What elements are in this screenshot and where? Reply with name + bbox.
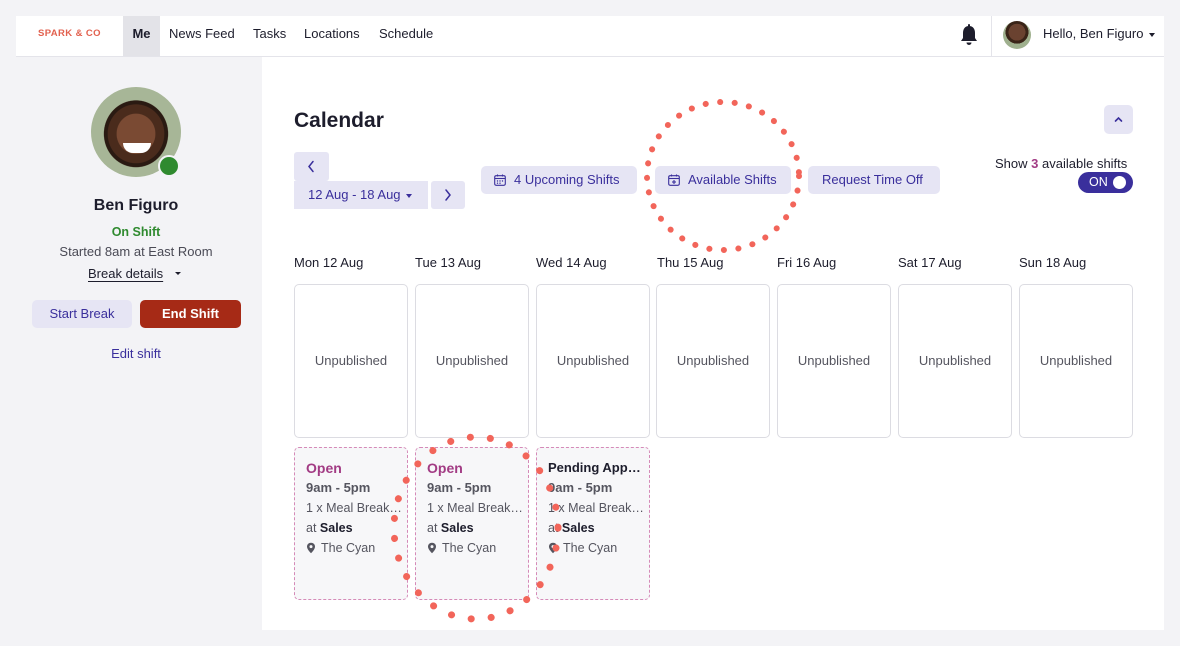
brand-logo[interactable]: SPARK & CO	[38, 28, 101, 39]
day-header: Mon 12 Aug	[294, 255, 364, 270]
shift-started-text: Started 8am at East Room	[59, 244, 213, 259]
shift-break: 1 x Meal Break (30m)	[427, 501, 523, 515]
day-cell[interactable]: Unpublished	[1019, 284, 1133, 438]
at-text: at	[427, 521, 438, 535]
day-cell[interactable]: Unpublished	[536, 284, 650, 438]
shift-status: On Shift	[111, 225, 161, 239]
shift-status-label: Open	[306, 460, 342, 476]
day-cell[interactable]: Unpublished	[777, 284, 891, 438]
shift-location-text: The Cyan	[563, 541, 618, 555]
user-avatar[interactable]	[1003, 21, 1031, 49]
app-window: SPARK & CO Me News Feed Tasks Locations …	[16, 16, 1164, 630]
next-week-button[interactable]	[431, 181, 465, 209]
day-header: Sat 17 Aug	[898, 255, 962, 270]
upcoming-shifts-button[interactable]: 4 Upcoming Shifts	[481, 166, 637, 194]
shift-break: 1 x Meal Break (30m)	[548, 501, 644, 515]
break-details-link[interactable]: Break details	[88, 266, 163, 281]
day-header: Thu 15 Aug	[657, 255, 724, 270]
shift-status-label: Pending Approval	[548, 460, 644, 475]
profile-sidebar: Ben Figuro On Shift Started 8am at East …	[16, 57, 262, 630]
map-pin-icon	[307, 542, 315, 554]
page-title: Calendar	[294, 109, 384, 132]
shift-card[interactable]: Open 9am - 5pm 1 x Meal Break (30m) at S…	[415, 447, 529, 600]
request-time-off-label: Request Time Off	[822, 172, 923, 187]
shift-location-text: The Cyan	[321, 541, 376, 555]
shift-location: The Cyan	[427, 538, 528, 558]
toggle-knob	[1113, 176, 1126, 189]
day-header: Fri 16 Aug	[777, 255, 837, 270]
available-count: 3	[1031, 156, 1039, 171]
day-header: Wed 14 Aug	[536, 255, 607, 270]
chevron-left-icon	[308, 160, 314, 173]
edit-shift-link[interactable]: Edit shift	[16, 346, 256, 361]
chevron-up-icon	[1114, 116, 1123, 122]
map-pin-icon	[549, 542, 557, 554]
map-pin-icon	[428, 542, 436, 554]
online-status-dot	[158, 155, 180, 177]
nav-item-news-feed[interactable]: News Feed	[169, 16, 235, 56]
day-cell[interactable]: Unpublished	[415, 284, 529, 438]
at-text: at	[306, 521, 317, 535]
start-break-button[interactable]: Start Break	[32, 300, 132, 328]
calendar-icon	[494, 174, 506, 186]
shift-time: 9am - 5pm	[548, 480, 613, 495]
calendar-plus-icon	[668, 174, 680, 186]
shift-card[interactable]: Pending Approval 9am - 5pm 1 x Meal Brea…	[536, 447, 650, 600]
profile-name: Ben Figuro	[93, 197, 179, 214]
shift-time: 9am - 5pm	[427, 480, 492, 495]
shift-break: 1 x Meal Break (30m)	[306, 501, 402, 515]
shift-location: The Cyan	[306, 538, 407, 558]
bell-icon[interactable]	[959, 24, 979, 46]
shift-location: The Cyan	[548, 538, 649, 558]
show-suffix-text: available shifts	[1042, 156, 1128, 171]
chevron-down-icon[interactable]	[406, 194, 412, 198]
nav-item-me[interactable]: Me	[123, 16, 160, 56]
request-time-off-button[interactable]: Request Time Off	[808, 166, 940, 194]
shift-team-line: at Sales	[548, 518, 649, 538]
shift-team: Sales	[319, 521, 353, 535]
available-shifts-button[interactable]: Available Shifts	[655, 166, 791, 194]
available-shifts-label: Available Shifts	[688, 172, 777, 187]
day-cell[interactable]: Unpublished	[294, 284, 408, 438]
nav-item-schedule[interactable]: Schedule	[379, 16, 433, 56]
top-nav: SPARK & CO Me News Feed Tasks Locations …	[16, 16, 1164, 57]
shift-card[interactable]: Open 9am - 5pm 1 x Meal Break (30m) at S…	[294, 447, 408, 600]
end-shift-button[interactable]: End Shift	[140, 300, 241, 328]
shift-time: 9am - 5pm	[306, 480, 371, 495]
day-header: Tue 13 Aug	[415, 255, 482, 270]
toggle-label: ON	[1089, 175, 1108, 189]
chevron-right-icon	[445, 189, 451, 201]
day-cell[interactable]: Unpublished	[656, 284, 770, 438]
at-text: at	[548, 521, 559, 535]
show-available-label: Show 3 available shifts	[995, 156, 1127, 171]
collapse-button[interactable]	[1104, 105, 1133, 134]
day-cell[interactable]: Unpublished	[898, 284, 1012, 438]
previous-week-button[interactable]	[294, 152, 329, 181]
shift-status-label: Open	[427, 460, 463, 476]
nav-divider	[991, 16, 992, 56]
shift-team-line: at Sales	[306, 518, 407, 538]
show-available-toggle[interactable]: ON	[1078, 172, 1133, 193]
shift-team-line: at Sales	[427, 518, 528, 538]
nav-item-locations[interactable]: Locations	[304, 16, 360, 56]
shift-team: Sales	[440, 521, 474, 535]
shift-location-text: The Cyan	[442, 541, 497, 555]
chevron-down-icon[interactable]	[1149, 33, 1155, 37]
day-header: Sun 18 Aug	[1019, 255, 1087, 270]
user-greeting[interactable]: Hello, Ben Figuro	[1043, 26, 1143, 41]
nav-item-tasks[interactable]: Tasks	[253, 16, 286, 56]
show-prefix-text: Show	[995, 156, 1028, 171]
upcoming-shifts-label: 4 Upcoming Shifts	[514, 172, 620, 187]
shift-team: Sales	[561, 521, 595, 535]
caret-down-icon[interactable]	[175, 272, 181, 275]
